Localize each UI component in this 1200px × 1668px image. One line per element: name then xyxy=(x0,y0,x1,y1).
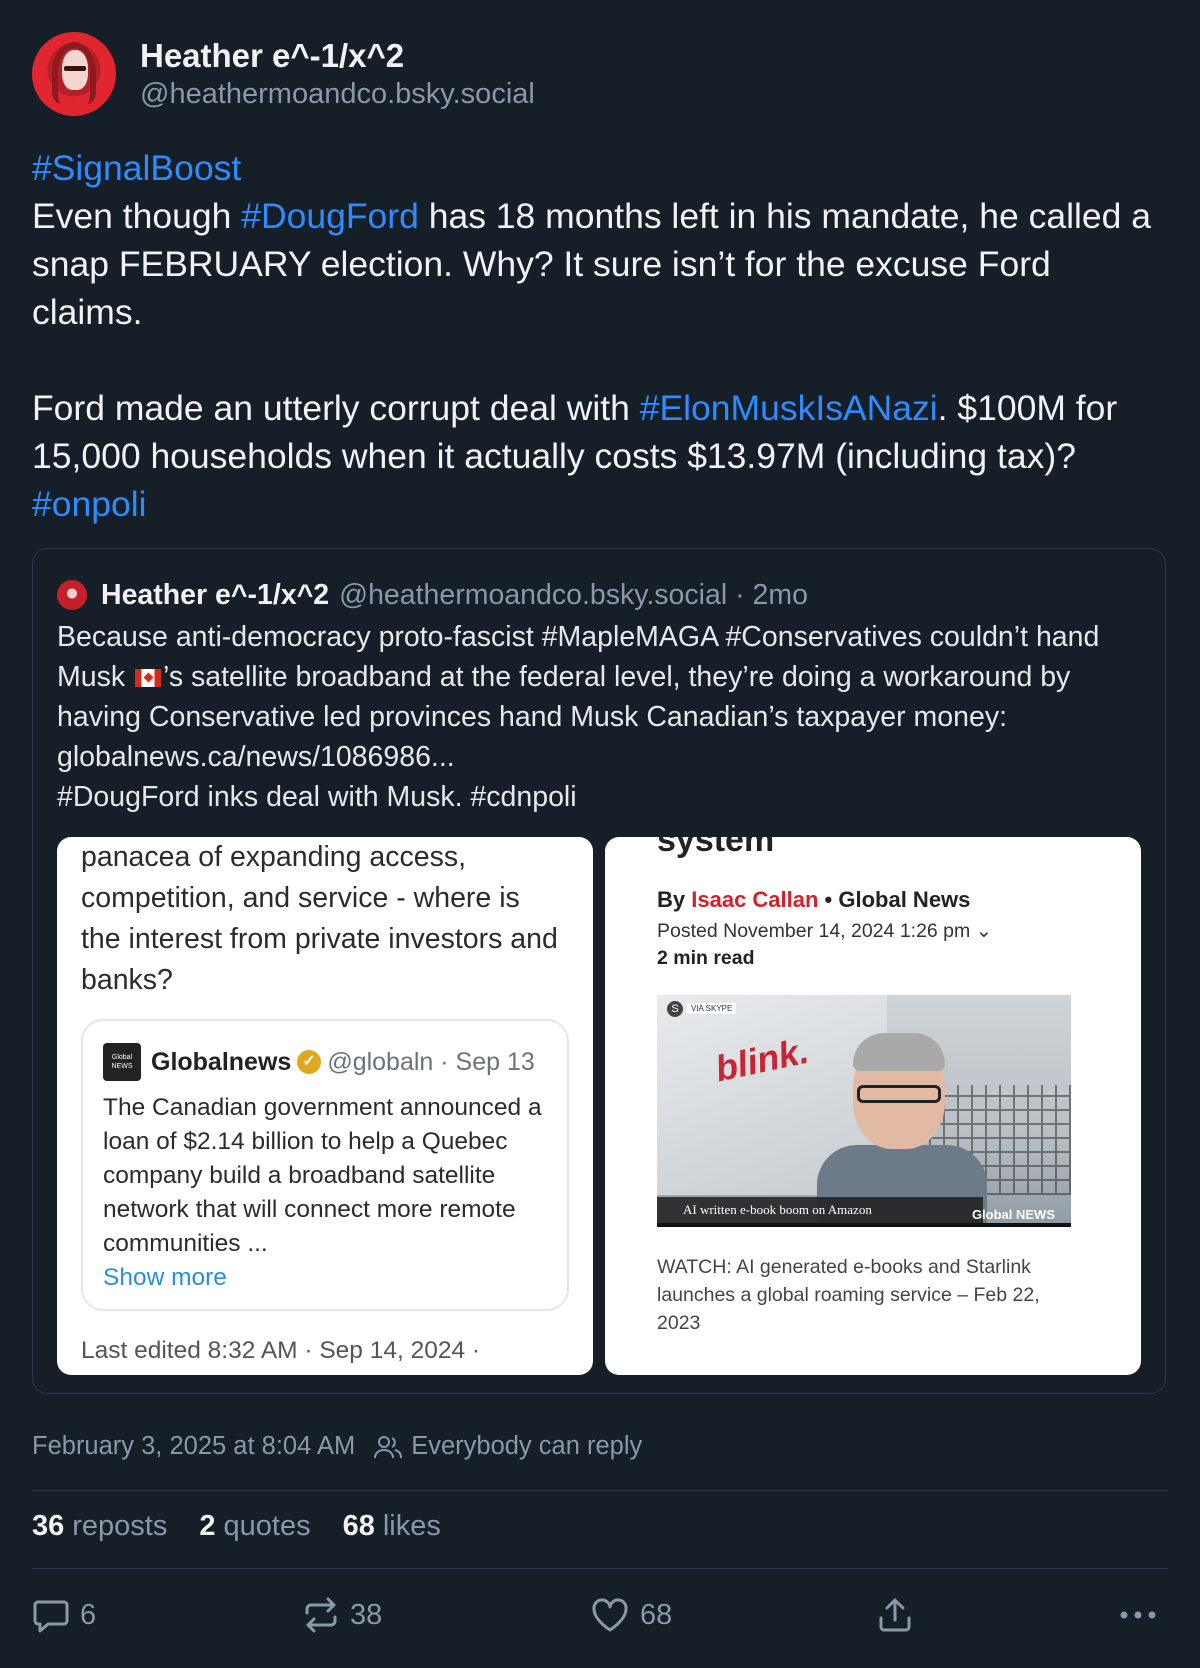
reply-setting: Everybody can reply xyxy=(411,1432,643,1460)
video-caption: WATCH: AI generated e-books and Starlink… xyxy=(657,1256,1040,1334)
quoted-author-handle: @heathermoandco.bsky.social · 2mo xyxy=(339,579,808,611)
reply-count: 6 xyxy=(80,1598,97,1631)
repost-icon xyxy=(305,1597,337,1633)
hashtag-link[interactable]: #SignalBoost xyxy=(32,148,241,188)
like-button[interactable]: 68 xyxy=(590,1596,672,1634)
image-text: panacea of expanding access, competition… xyxy=(81,841,558,996)
reply-icon xyxy=(33,1600,69,1633)
heart-icon xyxy=(592,1598,628,1632)
article-posted-date: Posted November 14, 2024 1:26 pm ⌄ xyxy=(657,920,993,942)
quoted-author-name: Heather e^-1/x^2 xyxy=(101,579,330,611)
show-more-link: Show more xyxy=(103,1264,227,1291)
action-bar: 6 38 68 xyxy=(32,1596,1168,1636)
quoted-post-text: Because anti-democracy proto-fascist #Ma… xyxy=(57,621,1100,813)
article-video-thumbnail: blink. S VIA SKYPE AI written e-book boo… xyxy=(657,995,1071,1227)
lower-third: AI written e-book boom on Amazon xyxy=(657,1197,983,1223)
post: Heather e^-1/x^2 @heathermoandco.bsky.so… xyxy=(32,32,1168,528)
embedded-tweet: Global NEWS Globalnews @globaln · Sep 13… xyxy=(81,1019,569,1311)
author-name[interactable]: Heather e^-1/x^2 xyxy=(140,36,535,76)
people-icon xyxy=(373,1434,403,1460)
hashtag-link[interactable]: #onpoli xyxy=(32,484,147,524)
via-skype-label: VIA SKYPE xyxy=(687,1003,737,1014)
reply-button[interactable]: 6 xyxy=(32,1596,96,1634)
chevron-down-icon: ⌄ xyxy=(975,920,993,942)
verified-badge-icon xyxy=(297,1050,322,1074)
article-read-time: 2 min read xyxy=(657,947,755,969)
quoted-image-left[interactable]: panacea of expanding access, competition… xyxy=(57,837,593,1375)
post-author: Heather e^-1/x^2 @heathermoandco.bsky.so… xyxy=(32,32,1168,116)
global-news-logo: Global NEWS xyxy=(971,1207,1055,1222)
reposts-stat[interactable]: 36 reposts xyxy=(32,1510,167,1543)
skype-icon: S xyxy=(667,1001,683,1017)
globalnews-logo: Global NEWS xyxy=(103,1043,141,1081)
quoted-post-header: Heather e^-1/x^2 @heathermoandco.bsky.so… xyxy=(57,577,808,613)
tweet-handle: @globaln · Sep 13 xyxy=(327,1047,535,1076)
avatar[interactable] xyxy=(32,32,116,116)
tweet-body: The Canadian government announced a loan… xyxy=(103,1091,551,1295)
more-options-button[interactable] xyxy=(1118,1596,1168,1634)
repost-count: 38 xyxy=(350,1598,383,1631)
post-timestamp: February 3, 2025 at 8:04 AM xyxy=(32,1432,356,1460)
like-count: 68 xyxy=(640,1598,673,1631)
quoted-image-right[interactable]: system By Isaac Callan • Global News Pos… xyxy=(605,837,1141,1375)
article-title: system xyxy=(657,837,775,859)
author-handle[interactable]: @heathermoandco.bsky.social xyxy=(140,76,535,112)
share-button[interactable] xyxy=(876,1596,924,1634)
divider xyxy=(32,1490,1168,1491)
more-icon xyxy=(1120,1611,1156,1619)
engagement-stats: 36 reposts 2 quotes 68 likes xyxy=(32,1510,473,1543)
divider xyxy=(32,1568,1168,1569)
edited-timestamp: Last edited 8:32 AM · Sep 14, 2024 · xyxy=(81,1337,481,1364)
post-text: #SignalBoost Even though #DougFord has 1… xyxy=(32,148,1151,524)
quotes-stat[interactable]: 2 quotes xyxy=(199,1510,310,1543)
hashtag-link[interactable]: #DougFord xyxy=(241,196,419,236)
quoted-avatar xyxy=(57,580,87,610)
article-byline: By Isaac Callan • Global News xyxy=(657,887,971,912)
share-icon xyxy=(879,1598,911,1632)
canada-flag-icon xyxy=(135,669,162,688)
likes-stat[interactable]: 68 likes xyxy=(343,1510,441,1543)
quoted-post[interactable]: Heather e^-1/x^2 @heathermoandco.bsky.so… xyxy=(32,548,1166,1394)
post-meta: February 3, 2025 at 8:04 AM Everybody ca… xyxy=(32,1432,642,1461)
repost-button[interactable]: 38 xyxy=(302,1596,382,1634)
tweet-author-name: Globalnews xyxy=(151,1047,292,1076)
hashtag-link[interactable]: #ElonMuskIsANazi xyxy=(640,388,938,428)
